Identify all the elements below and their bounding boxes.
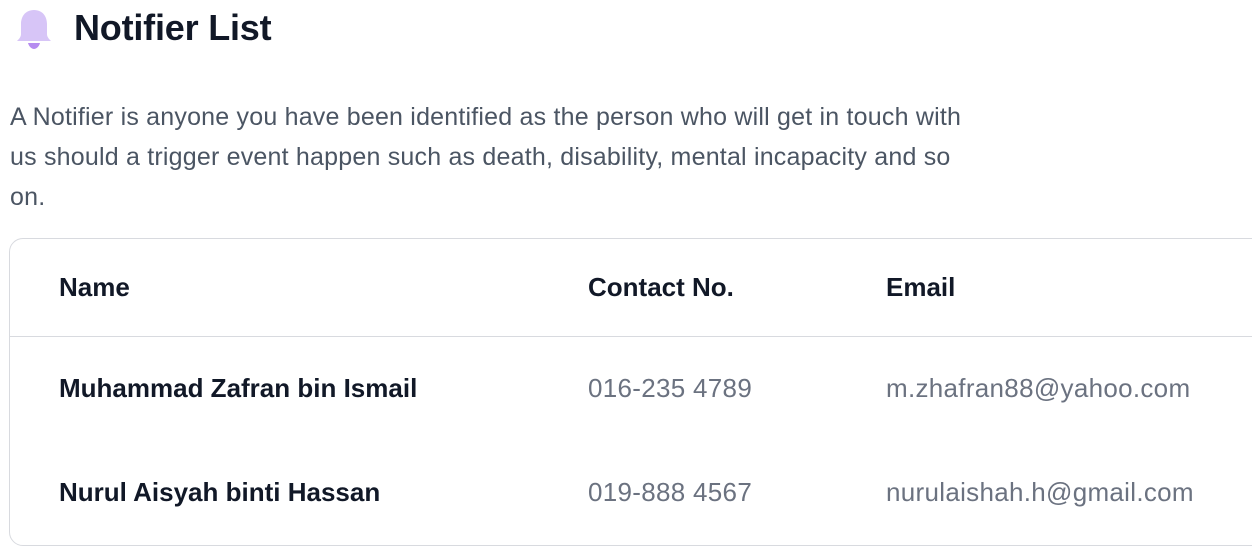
table-header-row: Name Contact No. Email (10, 239, 1252, 337)
column-header-contact: Contact No. (588, 272, 734, 302)
notifier-name: Nurul Aisyah binti Hassan (59, 477, 381, 507)
notifier-contact: 016-235 4789 (588, 373, 753, 403)
table-row[interactable]: Muhammad Zafran bin Ismail 016-235 4789 … (10, 337, 1252, 441)
page-description: A Notifier is anyone you have been ident… (10, 103, 962, 211)
bell-icon (14, 6, 54, 50)
table-row[interactable]: Nurul Aisyah binti Hassan 019-888 4567 n… (10, 441, 1252, 545)
notifier-table: Name Contact No. Email Muhammad Zafran b… (9, 238, 1252, 546)
notifier-list-page: Notifier List A Notifier is anyone you h… (0, 0, 1252, 556)
column-header-email: Email (886, 272, 956, 302)
page-header: Notifier List (14, 6, 272, 50)
column-header-name: Name (59, 272, 130, 302)
notifier-email: m.zhafran88@yahoo.com (886, 373, 1191, 403)
notifier-contact: 019-888 4567 (588, 477, 753, 507)
notifier-email: nurulaishah.h@gmail.com (886, 477, 1194, 507)
notifier-name: Muhammad Zafran bin Ismail (59, 373, 418, 403)
page-title: Notifier List (74, 7, 272, 48)
